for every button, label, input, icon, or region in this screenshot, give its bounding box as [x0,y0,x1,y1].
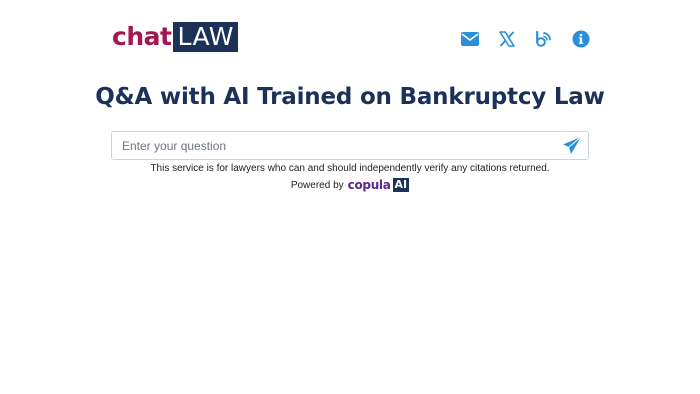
mail-icon[interactable] [460,29,480,49]
blog-icon[interactable] [534,29,554,49]
header-nav [460,29,592,51]
copula-ai-logo[interactable]: copula AI [348,178,410,192]
logo-chat-text: chat [112,22,172,51]
chatlaw-logo[interactable]: chat LAW [112,22,238,52]
powered-by: Powered by copula AI [0,178,700,192]
copula-brand-text: copula [347,178,391,192]
powered-by-label: Powered by [290,179,344,191]
disclaimer-text: This service is for lawyers who can and … [150,163,550,174]
header: chat LAW [0,0,700,80]
info-icon[interactable] [571,29,591,49]
question-input[interactable] [112,132,542,159]
page-title: Q&A with AI Trained on Bankruptcy Law [95,84,605,110]
ai-brand-text: AI [392,178,410,192]
logo-law-text: LAW [173,22,238,52]
x-twitter-icon[interactable] [497,29,517,49]
send-icon[interactable] [562,136,582,156]
question-search-box [111,131,589,160]
